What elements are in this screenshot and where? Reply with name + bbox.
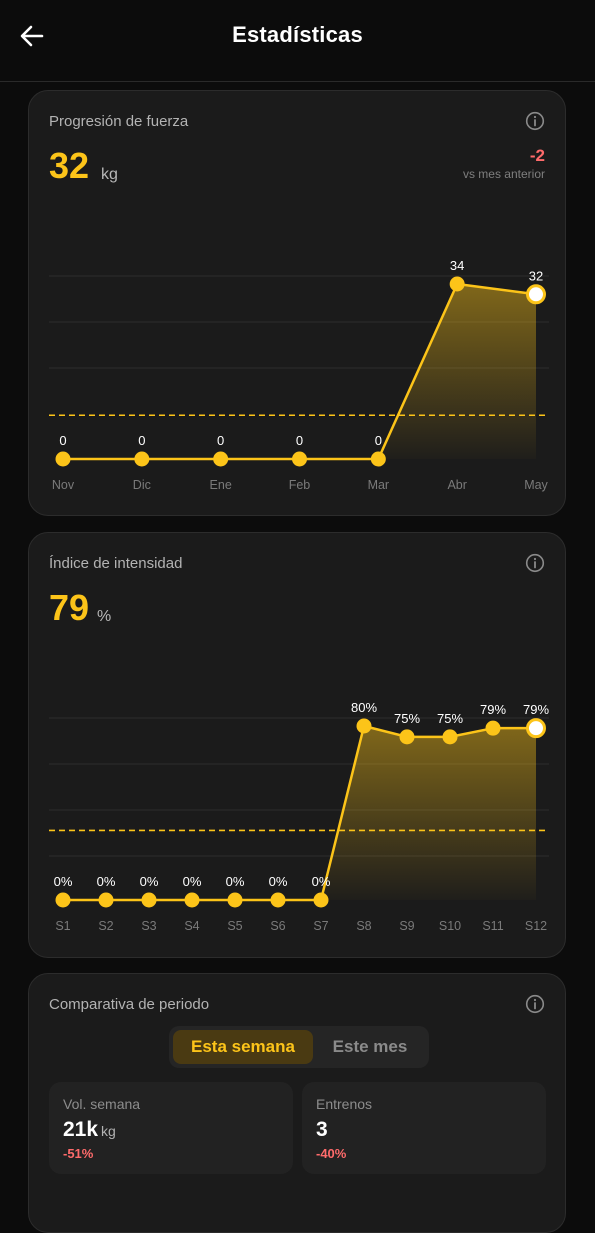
data-point[interactable] <box>141 892 157 908</box>
data-label: 0% <box>140 874 159 889</box>
data-label: 75% <box>394 711 420 726</box>
page-title: Estadísticas <box>232 22 363 47</box>
data-label: 0 <box>217 433 224 448</box>
data-label: 32 <box>529 268 543 283</box>
x-tick-label: S5 <box>227 919 242 933</box>
strength-unit: kg <box>101 166 118 183</box>
data-label: 0 <box>59 433 66 448</box>
stat-value: 3 <box>316 1118 331 1142</box>
data-point[interactable] <box>399 729 415 745</box>
strength-delta: -2 <box>529 146 545 165</box>
stat-unit: kg <box>101 1123 116 1139</box>
stat-label: Entrenos <box>316 1096 373 1112</box>
x-tick-label: Abr <box>447 478 466 492</box>
data-label: 75% <box>437 711 463 726</box>
data-point[interactable] <box>213 451 229 467</box>
data-point[interactable] <box>356 718 372 734</box>
stat-number: 3 <box>316 1118 328 1141</box>
data-point[interactable] <box>370 451 386 467</box>
x-tick-label: May <box>524 478 548 492</box>
data-point[interactable] <box>313 892 329 908</box>
data-label: 0% <box>97 874 116 889</box>
intensity-unit: % <box>97 608 112 625</box>
data-label: 0% <box>226 874 245 889</box>
info-icon[interactable] <box>525 994 545 1014</box>
x-tick-label: S9 <box>399 919 414 933</box>
data-point-current[interactable] <box>526 718 546 739</box>
series-area <box>63 726 536 900</box>
stat-card-volume: Vol. semana 21k kg -51% <box>49 1082 293 1174</box>
intensity-card: Índice de intensidad 79 % 0% S1 0% S2 0% S3 0%… <box>28 532 566 958</box>
strength-card: Progresión de fuerza 32 kg -2 vs mes ant… <box>28 90 566 516</box>
data-point[interactable] <box>485 720 501 736</box>
x-tick-label: Mar <box>368 478 390 492</box>
x-tick-label: S1 <box>55 919 70 933</box>
data-label: 80% <box>351 700 377 715</box>
stat-card-workouts: Entrenos 3 -40% <box>302 1082 546 1174</box>
data-point[interactable] <box>55 451 71 467</box>
x-tick-label: S7 <box>313 919 328 933</box>
data-label: 0% <box>54 874 73 889</box>
data-label: 0 <box>296 433 303 448</box>
card-title: Índice de intensidad <box>49 555 183 572</box>
period-segmented-control: Esta semana Este mes <box>169 1026 429 1068</box>
data-point[interactable] <box>227 892 243 908</box>
x-tick-label: S6 <box>270 919 285 933</box>
x-tick-label: Dic <box>133 478 151 492</box>
data-label: 0% <box>312 874 331 889</box>
strength-value: 32 <box>49 145 90 186</box>
stat-value: 21k kg <box>63 1118 116 1142</box>
data-label: 79% <box>480 702 506 717</box>
comparison-card: Comparativa de periodo Esta semana Este … <box>28 973 566 1233</box>
x-tick-label: Ene <box>210 478 232 492</box>
info-icon[interactable] <box>525 553 545 573</box>
data-point[interactable] <box>292 451 307 467</box>
x-tick-label: S2 <box>98 919 113 933</box>
data-point[interactable] <box>98 892 114 908</box>
x-tick-label: S11 <box>482 919 503 933</box>
x-tick-label: Nov <box>52 478 75 492</box>
strength-delta-caption: vs mes anterior <box>462 167 545 181</box>
x-tick-label: S4 <box>184 919 199 933</box>
card-title: Progresión de fuerza <box>49 113 189 130</box>
x-tick-label: S10 <box>439 919 461 933</box>
data-label: 79% <box>523 702 549 717</box>
data-label: 0% <box>183 874 202 889</box>
stat-delta: -40% <box>316 1146 347 1161</box>
intensity-chart: 0% S1 0% S2 0% S3 0% S4 0% S5 0% S6 0% S7 80% S8 75% S9 75… <box>49 700 549 933</box>
stat-label: Vol. semana <box>63 1096 141 1112</box>
data-point[interactable] <box>449 276 465 292</box>
stat-number: 21k <box>63 1118 99 1141</box>
data-label: 0 <box>375 433 382 448</box>
tab-este-mes[interactable]: Este mes <box>315 1030 425 1064</box>
top-bar: Estadísticas <box>0 0 595 82</box>
x-tick-label: S8 <box>356 919 371 933</box>
x-tick-label: S3 <box>141 919 156 933</box>
data-label: 0 <box>138 433 145 448</box>
x-tick-label: S12 <box>525 919 547 933</box>
x-tick-label: Feb <box>289 478 311 492</box>
card-title: Comparativa de periodo <box>49 996 210 1013</box>
tab-esta-semana[interactable]: Esta semana <box>173 1030 313 1064</box>
data-label: 34 <box>450 258 464 273</box>
data-point[interactable] <box>270 892 286 908</box>
data-point[interactable] <box>442 729 458 745</box>
strength-chart: 0 Nov 0 Dic 0 Ene 0 Feb 0 Mar 34 Abr 32 May <box>49 258 549 492</box>
data-point[interactable] <box>134 451 150 467</box>
data-point[interactable] <box>55 892 71 908</box>
data-point[interactable] <box>184 892 200 908</box>
intensity-value: 79 <box>49 587 90 628</box>
info-icon[interactable] <box>525 111 545 131</box>
data-point-current[interactable] <box>526 284 546 305</box>
data-label: 0% <box>269 874 288 889</box>
stat-delta: -51% <box>63 1146 94 1161</box>
